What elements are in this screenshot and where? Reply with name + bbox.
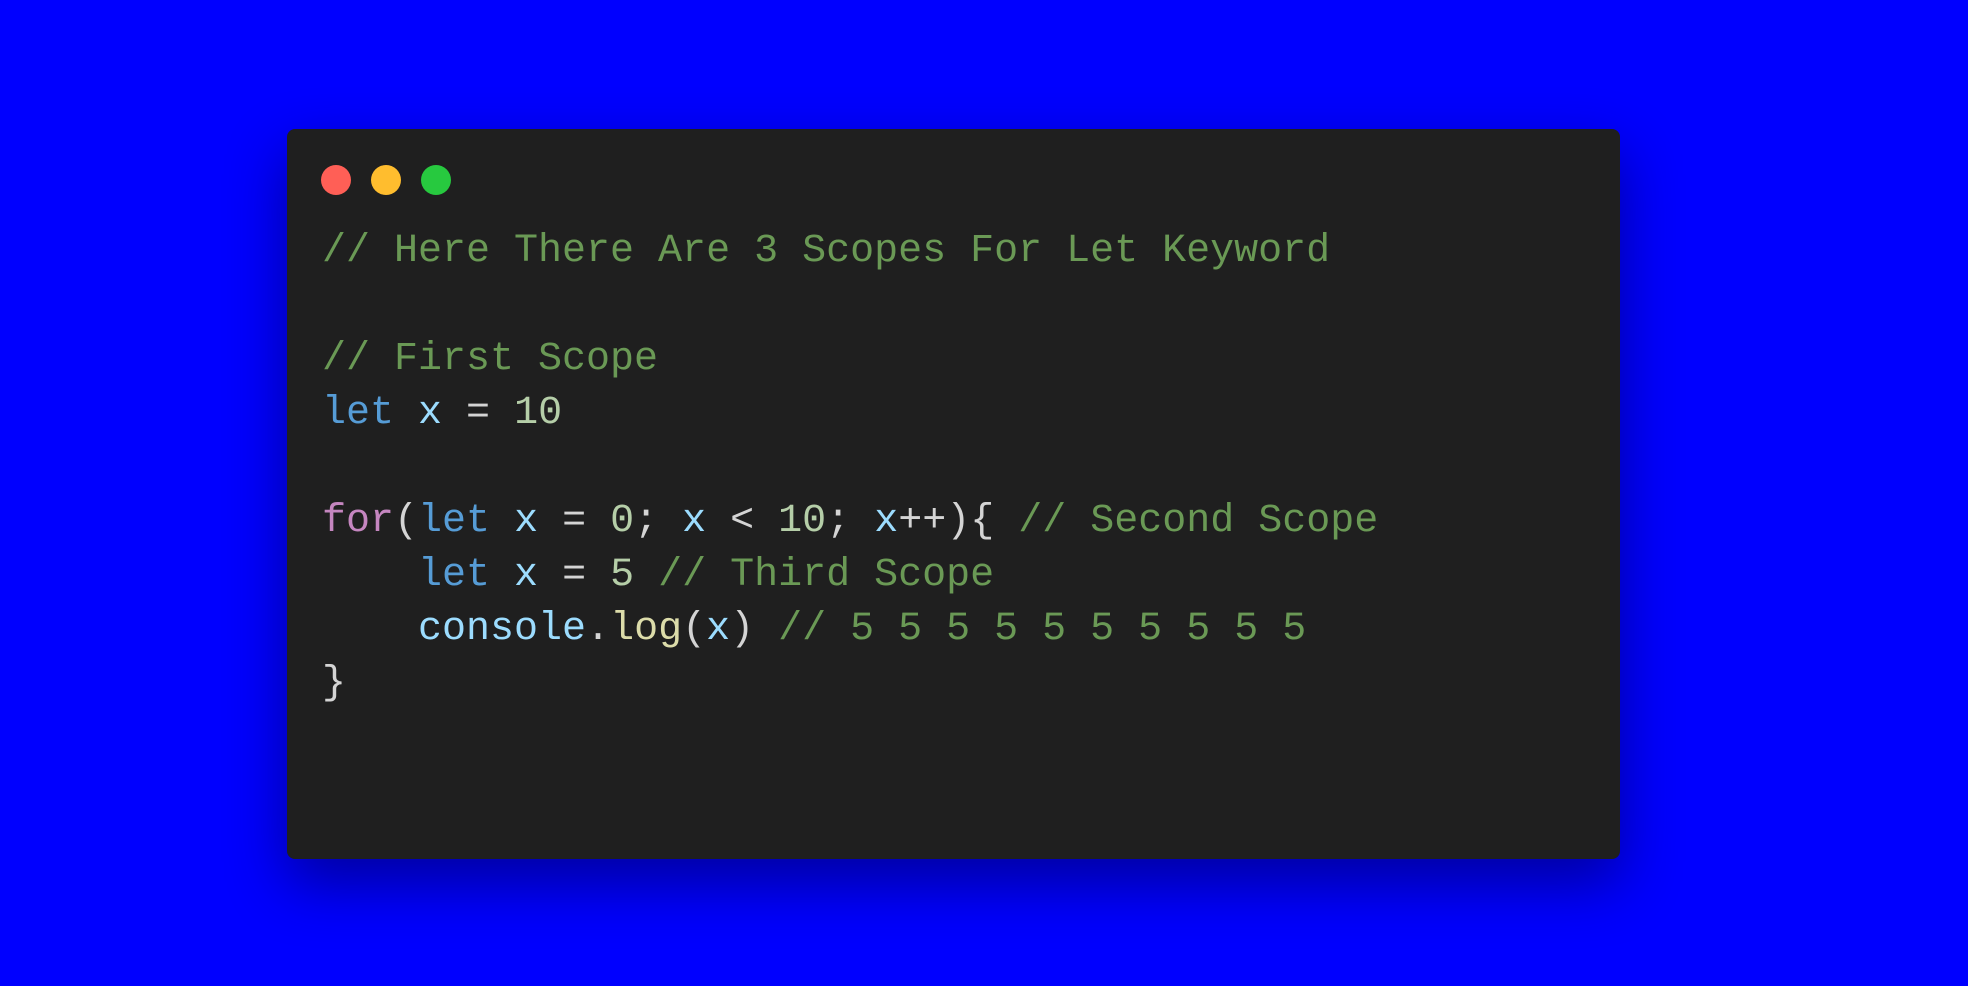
code-line: // Here There Are 3 Scopes For Let Keywo…: [322, 225, 1378, 279]
code-window: // Here There Are 3 Scopes For Let Keywo…: [287, 129, 1620, 859]
code-line: let x = 10: [322, 387, 1378, 441]
code-token-punct: ): [730, 607, 779, 652]
code-token-punct: ;: [826, 499, 875, 544]
code-token-variable: x: [514, 553, 539, 598]
code-token-operator: =: [538, 553, 611, 598]
code-token-variable: x: [418, 391, 443, 436]
close-button[interactable]: [321, 165, 351, 195]
code-token-number: 10: [514, 391, 563, 436]
code-token-keyword: let: [322, 391, 395, 436]
code-token-keyword: let: [418, 499, 491, 544]
code-token-punct: ++){: [898, 499, 1019, 544]
code-token-variable: x: [682, 499, 707, 544]
maximize-button[interactable]: [421, 165, 451, 195]
code-token-number: 10: [778, 499, 827, 544]
code-token-comment: // 5 5 5 5 5 5 5 5 5 5: [778, 607, 1307, 652]
code-token-punct: (: [394, 499, 419, 544]
code-token-operator: <: [706, 499, 779, 544]
code-token-keyword: let: [418, 553, 491, 598]
code-token-variable: x: [874, 499, 899, 544]
code-token-punct: ;: [634, 499, 683, 544]
code-token-punct: .: [586, 607, 611, 652]
code-token-punct: }: [322, 661, 347, 706]
code-line: }: [322, 657, 1378, 711]
code-token-variable: console: [418, 607, 587, 652]
code-token-comment: // First Scope: [322, 337, 659, 382]
code-line: console.log(x) // 5 5 5 5 5 5 5 5 5 5: [322, 603, 1378, 657]
code-token-operator: =: [442, 391, 515, 436]
code-token-function: log: [610, 607, 683, 652]
code-line: // First Scope: [322, 333, 1378, 387]
code-token-number: 0: [610, 499, 635, 544]
code-token-comment: // Third Scope: [658, 553, 995, 598]
code-line: let x = 5 // Third Scope: [322, 549, 1378, 603]
code-token-comment: // Second Scope: [1018, 499, 1379, 544]
window-controls: [321, 165, 451, 195]
code-token-variable: x: [514, 499, 539, 544]
code-block: // Here There Are 3 Scopes For Let Keywo…: [322, 225, 1378, 711]
code-token-variable: x: [706, 607, 731, 652]
code-token-comment: // Here There Are 3 Scopes For Let Keywo…: [322, 229, 1331, 274]
code-token-control: for: [322, 499, 395, 544]
code-token-number: 5: [610, 553, 635, 598]
code-line: for(let x = 0; x < 10; x++){ // Second S…: [322, 495, 1378, 549]
code-token-operator: =: [538, 499, 611, 544]
minimize-button[interactable]: [371, 165, 401, 195]
code-token-punct: (: [682, 607, 707, 652]
